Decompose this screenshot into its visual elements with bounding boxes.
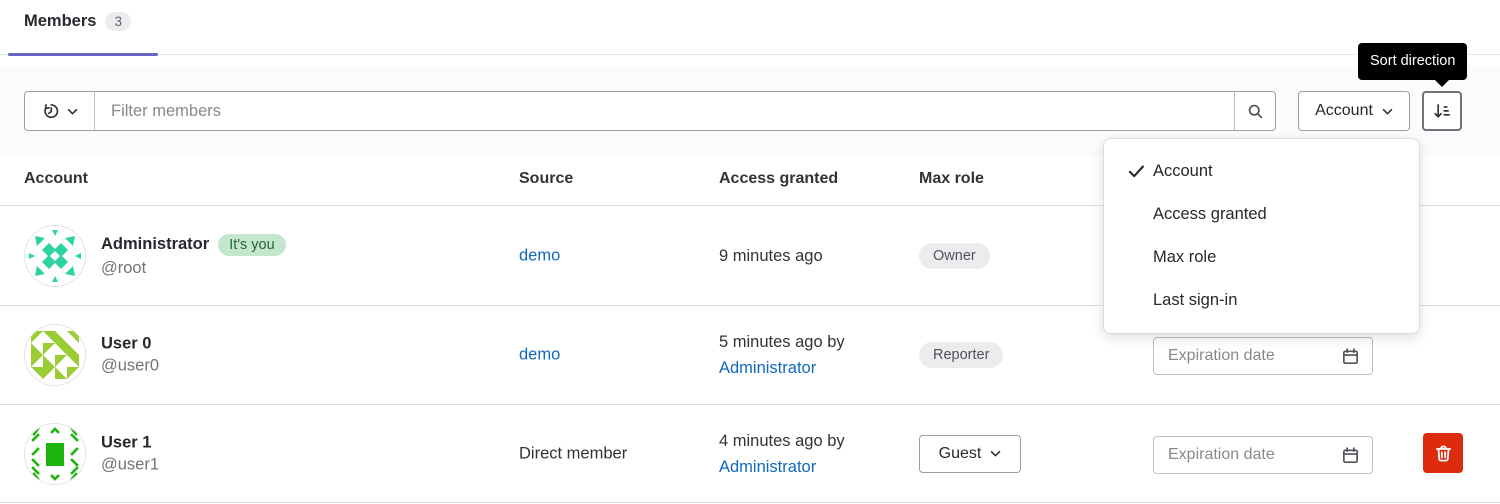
search-icon [1247,103,1264,120]
col-header-account: Account [24,170,88,187]
col-header-max-role: Max role [919,170,984,187]
sort-menu: Account Access granted Max role Last sig… [1103,138,1420,334]
max-role-badge: Reporter [919,342,1004,368]
source-link[interactable]: demo [519,346,560,364]
member-identity: User 1 @user1 [101,433,159,474]
sort-menu-item-last-sign-in[interactable]: Last sign-in [1108,279,1415,322]
filter-members-input[interactable] [95,92,1234,130]
access-granted-by-link[interactable]: Administrator [719,458,816,476]
max-role-value: Guest [938,444,982,462]
tooltip-arrow [1434,79,1450,87]
its-you-badge: It's you [218,233,286,256]
member-name: User 0 [101,334,152,353]
members-page: Members 3 Filter members Account Sort di… [0,0,1500,504]
sort-by-label: Account [1315,102,1373,119]
table-row: User 1 @user1 Direct member 4 minutes ag… [0,405,1500,503]
avatar [24,224,86,287]
sort-menu-item-max-role[interactable]: Max role [1108,236,1415,279]
sort-menu-item-label: Max role [1153,248,1217,266]
access-granted-time: 5 minutes ago by [719,333,845,351]
active-tab-indicator [8,53,158,56]
search-button[interactable] [1234,92,1275,130]
tab-members[interactable]: Members 3 [8,12,147,31]
max-role-badge: Owner [919,242,990,269]
tab-bar: Members 3 [0,0,1500,56]
member-identity: Administrator It's you @root [101,233,286,278]
sort-descending-icon [1433,102,1451,120]
access-granted-cell: 4 minutes ago by Administrator [719,428,845,480]
sort-by-dropdown-button[interactable]: Account [1298,91,1410,131]
chevron-down-icon [990,449,1001,458]
expiration-date-field [1153,436,1373,474]
member-name: User 1 [101,433,152,451]
source-text: Direct member [519,444,628,462]
expiration-date-input[interactable] [1168,446,1341,464]
chevron-down-icon [1382,107,1393,116]
check-icon [1120,164,1153,179]
col-header-source: Source [519,170,574,187]
member-username: @root [101,258,147,277]
expiration-date-field [1153,337,1373,375]
history-icon [42,102,60,120]
member-username: @user1 [101,455,160,473]
sort-menu-item-label: Last sign-in [1153,291,1238,309]
access-granted-time: 9 minutes ago [719,246,823,265]
col-header-access-granted: Access granted [719,170,839,187]
max-role-dropdown[interactable]: Guest [919,434,1021,473]
sort-menu-item-account[interactable]: Account [1108,150,1415,193]
calendar-icon[interactable] [1341,446,1360,465]
member-username: @user0 [101,356,160,375]
sort-direction-button[interactable] [1422,91,1462,131]
sort-menu-item-label: Access granted [1153,205,1267,223]
source-link[interactable]: demo [519,246,560,264]
avatar [24,324,86,386]
members-count-badge: 3 [105,12,131,31]
filter-history-button[interactable] [25,92,95,130]
sort-direction-tooltip: Sort direction [1358,43,1468,80]
sort-menu-item-label: Account [1153,162,1213,180]
access-granted-cell: 5 minutes ago by Administrator [719,329,845,381]
filter-search-group [24,91,1276,131]
avatar [24,422,86,485]
member-name: Administrator [101,235,210,253]
tab-members-label: Members [24,12,97,30]
calendar-icon[interactable] [1341,347,1360,366]
access-granted-time: 4 minutes ago by [719,431,845,450]
access-granted-by-link[interactable]: Administrator [719,359,816,377]
chevron-down-icon [67,107,78,116]
remove-member-button[interactable] [1423,433,1463,473]
sort-menu-item-access-granted[interactable]: Access granted [1108,193,1415,236]
trash-icon [1434,444,1453,463]
member-identity: User 0 @user0 [101,335,159,376]
expiration-date-input[interactable] [1168,347,1341,365]
